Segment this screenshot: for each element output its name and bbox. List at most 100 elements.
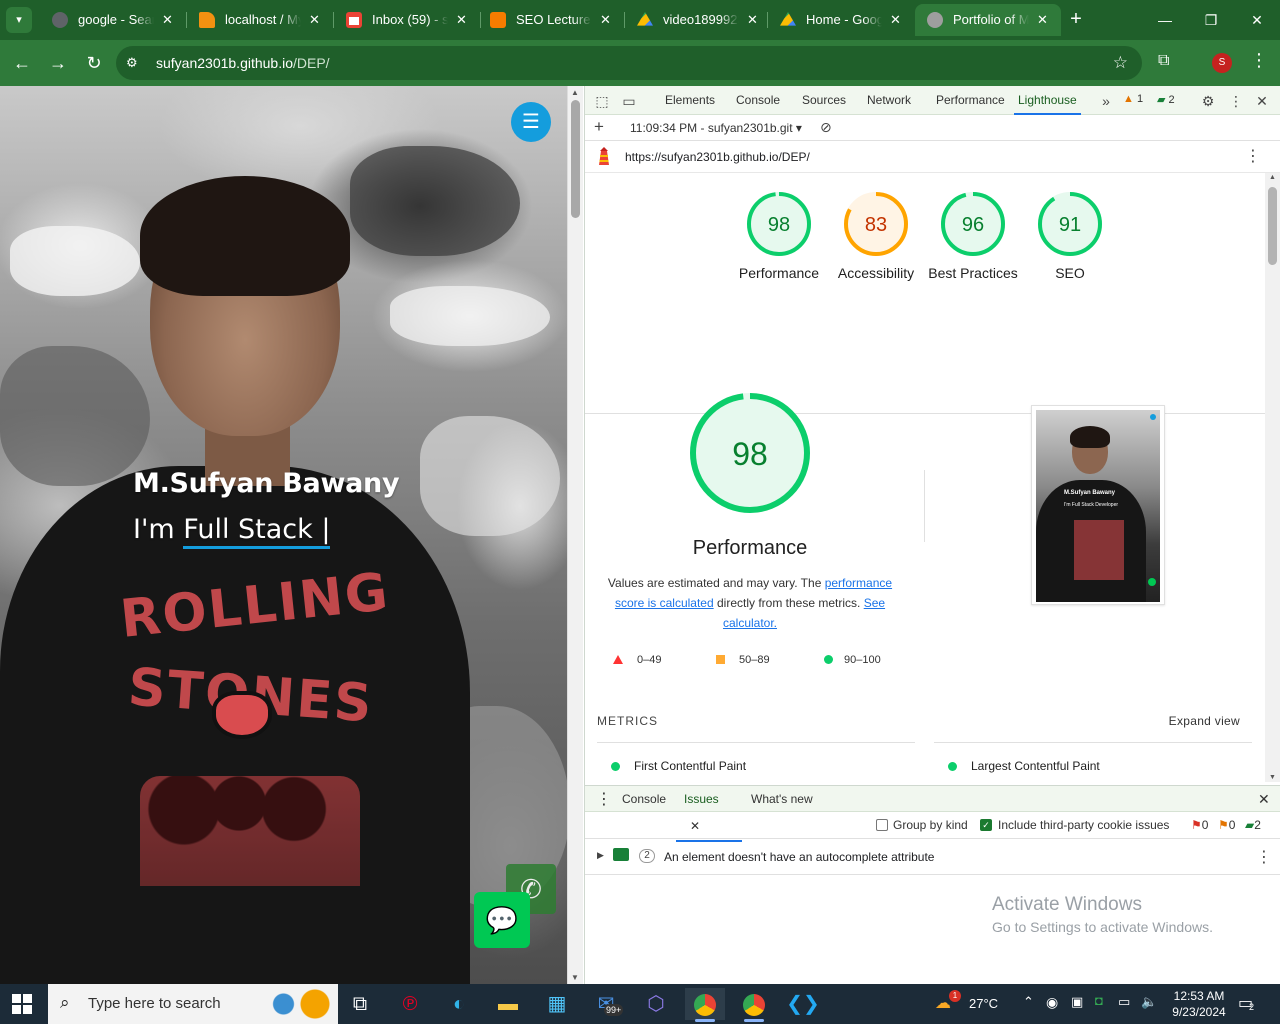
chevron-right-icon[interactable]: ▶ [597,850,604,861]
temperature[interactable]: 27°C [969,996,998,1011]
volume-icon[interactable]: 🔈 [1141,994,1157,1010]
close-icon[interactable]: ✕ [600,4,614,36]
close-icon[interactable]: ✕ [1037,4,1051,36]
pinterest-icon[interactable]: ℗ [390,988,430,1020]
scroll-up-icon[interactable]: ▲ [1269,174,1276,181]
bookmark-star-icon[interactable]: ☆ [1113,46,1128,80]
third-party-checkbox[interactable]: ✓ [980,819,992,831]
taskbar-search[interactable]: ⌕ Type here to search [48,984,338,1024]
scroll-down-icon[interactable]: ▼ [571,973,579,982]
expand-view-button[interactable]: Expand view [1169,714,1240,728]
drawer-tab-console[interactable]: Console [622,786,666,813]
app-tray-icon[interactable]: ◘ [1095,993,1103,1008]
group-by-kind-label: Group by kind [893,818,968,832]
google-search-favicon-icon [52,12,68,28]
chrome-menu-icon[interactable]: ⋮ [1250,50,1268,71]
close-devtools-icon[interactable]: ✕ [1253,92,1271,110]
drawer-menu-icon[interactable]: ⋮ [596,786,612,813]
gauge-best-practices[interactable]: 96 Best Practices [923,191,1023,283]
meet-now-icon[interactable]: ▣ [1071,994,1083,1010]
new-tab-button[interactable]: + [1064,8,1088,32]
close-icon[interactable]: ✕ [456,4,470,36]
tab-lighthouse[interactable]: Lighthouse [1014,86,1081,115]
tab-performance[interactable]: Performance [936,86,1005,115]
gauge-performance[interactable]: 98 Performance [729,191,829,283]
inspect-element-icon[interactable]: ⬚ [593,92,611,110]
drawer-tab-whats-new[interactable]: What's new [751,786,813,813]
screenshot-chat-dot [1148,578,1156,586]
close-icon[interactable]: ✕ [890,4,904,36]
chrome-active-icon[interactable] [685,988,725,1022]
scrollbar-thumb[interactable] [571,100,580,218]
close-icon[interactable]: ✕ [162,4,176,36]
scrollbar-thumb[interactable] [1268,187,1277,265]
tab-search-button[interactable]: ▾ [6,7,32,33]
close-icon[interactable]: ✕ [309,4,323,36]
file-explorer-icon[interactable]: ▬ [488,988,528,1020]
drawer-tabbar: ⋮ Console Issues ✕ What's new ✕ [585,785,1280,842]
messages-badge[interactable]: ▰ 2 [1157,93,1175,106]
tab-console[interactable]: Console [736,86,780,115]
extensions-icon[interactable]: ⧉ [1158,52,1169,70]
chat-button[interactable]: 💬 [474,892,530,948]
task-view-icon[interactable]: ⧉ [340,988,380,1020]
tab-video[interactable]: video1899923 ✕ [625,4,771,36]
group-by-kind-checkbox[interactable] [876,819,888,831]
customize-menu-icon[interactable]: ⋮ [1227,92,1245,110]
report-menu-icon[interactable]: ⋮ [1245,146,1261,166]
tab-seo-lecture[interactable]: SEO Lecture notes ✕ [478,4,624,36]
microsoft-store-icon[interactable]: ▦ [537,988,577,1020]
back-button[interactable]: ← [10,51,34,75]
tab-portfolio[interactable]: Portfolio of M.Sufyan ✕ [915,4,1061,36]
profile-avatar[interactable]: S [1212,53,1232,73]
reload-button[interactable]: ↻ [82,51,106,75]
edge-icon[interactable]: ◐ [439,988,479,1020]
screenshot-hair [1070,426,1110,448]
windows-start-icon[interactable] [12,994,32,1014]
site-nav-toggle-button[interactable]: ☰ [511,102,551,142]
warnings-badge[interactable]: ▲ 1 [1123,93,1143,105]
close-drawer-icon[interactable]: ✕ [1258,786,1270,813]
new-report-icon[interactable]: + [594,117,604,137]
report-selector[interactable]: 11:09:34 PM - sufyan2301b.git ▾ [630,121,802,135]
close-window-button[interactable]: ✕ [1234,0,1280,40]
scroll-up-icon[interactable]: ▲ [571,88,579,97]
lighthouse-url-bar: https://sufyan2301b.github.io/DEP/ ⋮ [585,141,1280,173]
vscode-icon[interactable]: ❮❯ [783,988,823,1020]
restore-button[interactable]: ❐ [1188,0,1234,40]
clock[interactable]: 12:53 AM 9/23/2024 [1164,988,1234,1020]
gauge-accessibility[interactable]: 83 Accessibility [826,191,926,283]
site-scrollbar[interactable]: ▲ ▼ [567,86,583,984]
record-icon[interactable]: ◉ [1046,994,1058,1011]
clear-reports-icon[interactable]: ⊘ [820,119,832,136]
tab-localhost[interactable]: localhost / MySQL ✕ [187,4,333,36]
mail-icon[interactable]: ✉99+ [586,988,626,1020]
tab-inbox[interactable]: Inbox (59) - sufyan ✕ [334,4,480,36]
chrome-icon[interactable] [734,988,774,1022]
chevron-up-icon[interactable]: ⌃ [1023,994,1034,1010]
tab-sources[interactable]: Sources [802,86,846,115]
close-icon[interactable]: ✕ [747,4,761,36]
device-toolbar-icon[interactable]: ▭ [620,92,638,110]
site-info-icon[interactable]: ⚙ [126,55,142,71]
issue-row[interactable]: ▶ 2 An element doesn't have an autocompl… [585,840,1280,875]
final-screenshot-thumbnail[interactable]: M.Sufyan Bawany I'm Full Stack Developer [1031,405,1165,605]
more-tabs-icon[interactable]: » [1097,92,1115,110]
report-url[interactable]: https://sufyan2301b.github.io/DEP/ [625,150,810,164]
scroll-down-icon[interactable]: ▼ [1269,774,1276,781]
gauge-seo[interactable]: 91 SEO [1020,191,1120,283]
forward-button[interactable]: → [46,51,70,75]
issue-menu-icon[interactable]: ⋮ [1256,847,1272,867]
performance-big-gauge: 98 [685,391,815,518]
tab-google-drive[interactable]: Home - Google Drive ✕ [768,4,914,36]
tab-google-search[interactable]: google - Search ✕ [40,4,186,36]
tab-elements[interactable]: Elements [665,86,715,115]
notifications-icon[interactable]: ▭ 2 [1238,993,1254,1013]
address-bar[interactable]: ⚙ sufyan2301b.github.io/DEP/ ☆ [116,46,1142,80]
copilot-icon[interactable]: ⬡ [636,988,676,1020]
network-icon[interactable]: ▭ [1118,994,1130,1010]
minimize-button[interactable]: — [1142,0,1188,40]
settings-gear-icon[interactable]: ⚙ [1199,92,1217,110]
tab-network[interactable]: Network [867,86,911,115]
report-scrollbar[interactable]: ▲ ▼ [1265,173,1280,782]
